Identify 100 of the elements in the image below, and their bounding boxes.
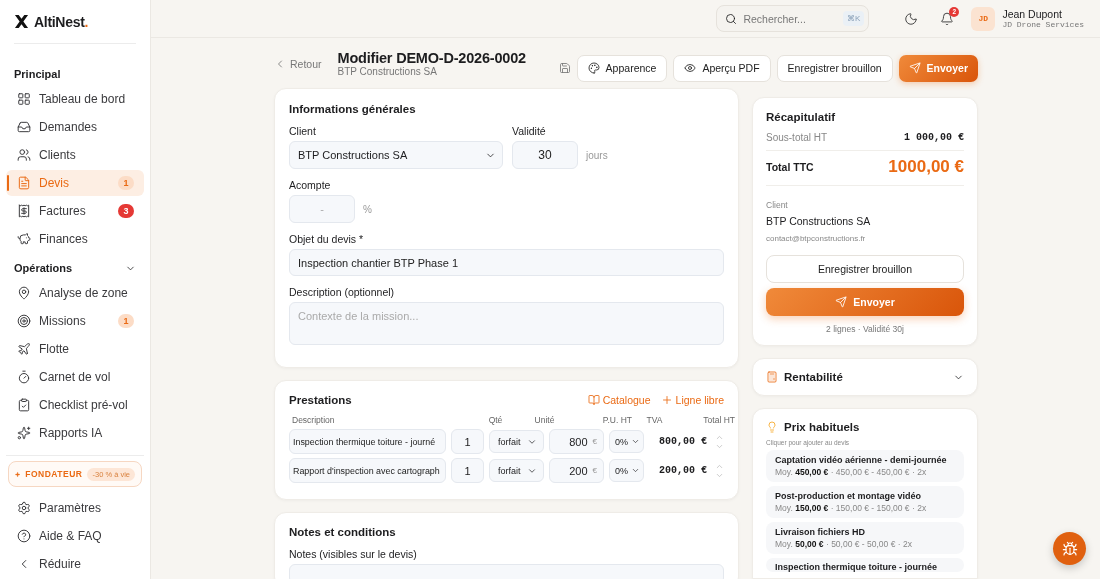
card-title: Prix habituels bbox=[784, 421, 860, 433]
nav-item[interactable]: Tableau de bord bbox=[6, 86, 144, 112]
nav-item[interactable]: Paramètres bbox=[6, 495, 144, 521]
price-input[interactable]: 200 € bbox=[549, 458, 604, 483]
vat-select[interactable]: 0% bbox=[609, 430, 644, 453]
nav-item[interactable]: Rapports IA bbox=[6, 420, 144, 446]
nav-item[interactable]: Réduire bbox=[6, 551, 144, 577]
line-total: 800,00 € bbox=[658, 436, 707, 447]
back-link[interactable]: Retour bbox=[274, 57, 322, 70]
notes-field[interactable] bbox=[289, 564, 724, 579]
user-name: Jean Dupont bbox=[1002, 8, 1063, 20]
nav-item[interactable]: Demandes bbox=[6, 114, 144, 140]
column-header: Description bbox=[291, 415, 336, 425]
eye-icon bbox=[684, 62, 697, 74]
nav-item[interactable]: Factures 3 bbox=[6, 198, 144, 224]
founder-label: FONDATEUR bbox=[25, 469, 83, 479]
card-title: Notes et conditions bbox=[289, 526, 397, 538]
quantity-input[interactable]: 1 bbox=[451, 429, 484, 454]
lightbulb-icon bbox=[766, 421, 778, 433]
nav-item[interactable]: Missions 1 bbox=[6, 308, 144, 334]
card-title: Récapitulatif bbox=[766, 111, 836, 123]
client-select[interactable]: BTP Constructions SA bbox=[289, 141, 503, 169]
price-suggestion[interactable]: Post-production et montage vidéo Moy. 150,00 € · 150,00 € - 150,00 € · 2x bbox=[766, 486, 964, 518]
document-icon bbox=[17, 176, 31, 190]
send-icon bbox=[835, 296, 848, 308]
section-title: Principal bbox=[14, 68, 61, 80]
search-icon bbox=[725, 12, 738, 25]
field-label: Validité bbox=[512, 125, 547, 137]
card-title: Prestations bbox=[289, 394, 352, 406]
deposit-field[interactable]: - bbox=[289, 195, 355, 223]
action-button[interactable]: Apparence bbox=[576, 54, 668, 82]
piggy-bank-icon bbox=[17, 232, 31, 246]
action-button[interactable]: Enregistrer brouillon bbox=[776, 54, 893, 82]
nav-item[interactable]: Clients bbox=[6, 142, 144, 168]
count-badge: 1 bbox=[118, 314, 134, 328]
unit-label: jours bbox=[586, 149, 608, 161]
users-icon bbox=[17, 148, 31, 162]
nav-item[interactable]: Finances bbox=[6, 226, 144, 252]
receipt-icon bbox=[17, 204, 31, 218]
unit-select[interactable]: forfait bbox=[489, 430, 544, 453]
card-title: Informations générales bbox=[289, 103, 417, 115]
draft-button[interactable]: Enregistrer brouillon bbox=[766, 255, 964, 283]
help-icon bbox=[17, 529, 31, 543]
quantity-input[interactable]: 1 bbox=[451, 458, 484, 483]
unit-select[interactable]: forfait bbox=[489, 459, 544, 482]
subject-field[interactable]: Inspection chantier BTP Phase 1 bbox=[289, 249, 724, 276]
column-header: Total HT bbox=[702, 415, 735, 425]
field-label: Description (optionnel) bbox=[289, 286, 396, 298]
validity-field[interactable]: 30 bbox=[512, 141, 578, 169]
column-header: Qté bbox=[487, 415, 504, 425]
bell-icon bbox=[940, 11, 955, 26]
search-field[interactable]: Rechercher... ⌘K bbox=[716, 5, 870, 32]
price-suggestion[interactable]: Livraison fichiers HD Moy. 50,00 € · 50,00 € - 50,00 € · 2x bbox=[766, 522, 964, 554]
chevron-down-icon bbox=[631, 437, 640, 446]
client-name: BTP Constructions SA bbox=[766, 215, 872, 227]
bug-icon bbox=[1061, 540, 1078, 557]
subtotal-value: 1 000,00 € bbox=[904, 132, 964, 143]
price-suggestion[interactable]: Captation vidéo aérienne - demi-journée Moy. 450,00 € · 450,00 € - 450,00 € · 2x bbox=[766, 450, 964, 482]
field-label: Objet du devis * bbox=[289, 233, 365, 245]
nav-item[interactable]: Carnet de vol bbox=[6, 364, 144, 390]
description-field[interactable]: Contexte de la mission... bbox=[289, 302, 724, 345]
profitability-panel[interactable]: Rentabilité bbox=[752, 358, 978, 396]
map-pin-icon bbox=[17, 286, 31, 300]
description-input[interactable]: Rapport d'inspection avec cartograph bbox=[289, 458, 446, 483]
nav-item[interactable]: Analyse de zone bbox=[6, 280, 144, 306]
clipboard-check-icon bbox=[17, 398, 31, 412]
target-icon bbox=[17, 314, 31, 328]
bug-report-button[interactable] bbox=[1053, 532, 1086, 565]
page-title: Modifier DEMO-D-2026-0002 bbox=[337, 50, 526, 66]
moon-icon bbox=[904, 11, 919, 26]
logo-text: AltiNest. bbox=[34, 13, 89, 30]
price-suggestion[interactable]: Inspection thermique toiture - journée bbox=[766, 558, 964, 572]
card-title: Rentabilité bbox=[784, 371, 843, 383]
section-title: Opérations bbox=[14, 262, 73, 274]
nav-item[interactable]: Aide & FAQ bbox=[6, 523, 144, 549]
price-input[interactable]: 800 € bbox=[549, 429, 604, 454]
client-email: contact@btpconstructions.fr bbox=[766, 234, 866, 243]
line-total: 200,00 € bbox=[658, 465, 707, 476]
action-button[interactable]: Aperçu PDF bbox=[673, 54, 771, 82]
field-label: Client bbox=[289, 125, 317, 137]
nav-item[interactable]: Flotte bbox=[6, 336, 144, 362]
book-icon bbox=[587, 394, 600, 406]
column-header: P.U. HT bbox=[601, 415, 632, 425]
grid-icon bbox=[17, 92, 31, 106]
plane-icon bbox=[17, 342, 31, 356]
description-input[interactable]: Inspection thermique toiture - journé bbox=[289, 429, 446, 454]
field-label: Acompte bbox=[289, 179, 332, 191]
total-value: 1000,00 € bbox=[888, 157, 964, 177]
field-label: Notes (visibles sur le devis) bbox=[289, 548, 418, 560]
chevron-down-icon bbox=[631, 466, 640, 475]
inbox-icon bbox=[17, 120, 31, 134]
client-label: Client bbox=[766, 200, 788, 210]
column-header: TVA bbox=[645, 415, 664, 425]
sparkle-icon bbox=[15, 470, 21, 478]
nav-item[interactable]: Checklist pré-vol bbox=[6, 392, 144, 418]
subtotal-label: Sous-total HT bbox=[766, 132, 828, 143]
plus-icon bbox=[660, 394, 673, 406]
summary-footnote: 2 lignes · Validité 30j bbox=[825, 324, 905, 334]
page-subtitle: BTP Constructions SA bbox=[337, 66, 438, 77]
vat-select[interactable]: 0% bbox=[609, 459, 644, 482]
